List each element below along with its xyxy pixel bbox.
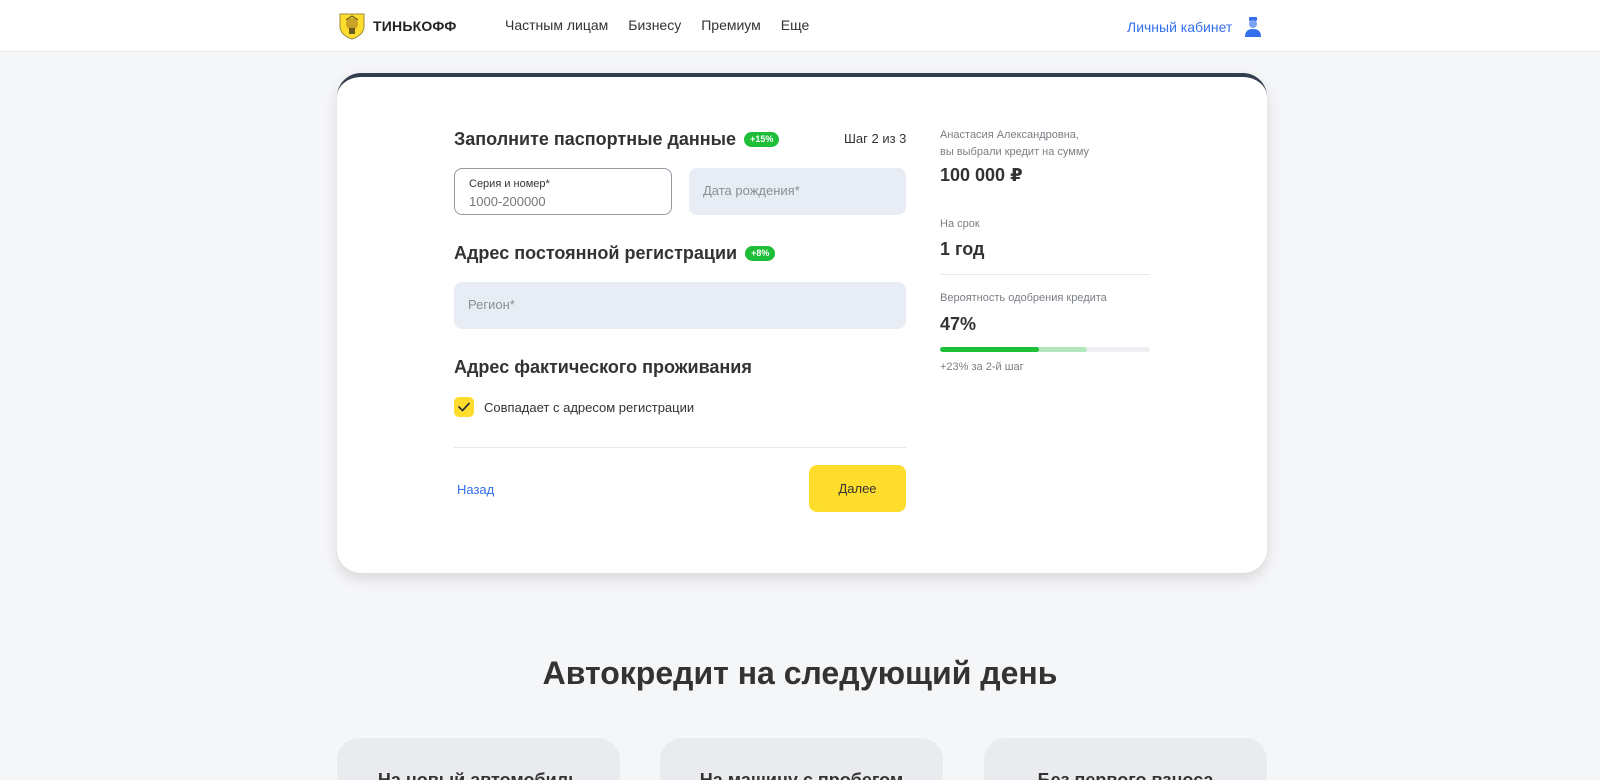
logo[interactable]: ТИНЬКОФФ <box>337 12 457 40</box>
summary-divider <box>940 274 1150 275</box>
registration-title-text: Адрес постоянной регистрации <box>454 243 738 263</box>
same-address-checkbox[interactable] <box>454 397 474 417</box>
passport-title-text: Заполните паспортные данные <box>454 129 737 149</box>
personal-account-label: Личный кабинет <box>1127 19 1233 35</box>
actual-address-title: Адрес фактического проживания <box>454 357 752 377</box>
passport-series-label: Серия и номер* <box>469 178 550 190</box>
greeting-line-1: Анастасия Александровна, <box>940 129 1079 141</box>
logo-emblem-icon <box>339 13 365 40</box>
personal-account-link[interactable]: Личный кабинет <box>1127 17 1262 37</box>
registration-section-title: Адрес постоянной регистрации +8% <box>454 243 776 264</box>
feature-card-new-car-title: На новый автомобиль <box>377 770 580 780</box>
probability-current-fill <box>940 347 1039 352</box>
feature-card-no-down-payment-title: Без первого взноса <box>1037 770 1214 780</box>
nav-item-business[interactable]: Бизнесу <box>628 17 681 33</box>
passport-series-field[interactable]: Серия и номер* 1000-200000 <box>454 168 672 215</box>
passport-bonus-badge: +15% <box>744 132 780 147</box>
probability-label: Вероятность одобрения кредита <box>940 292 1107 304</box>
feature-card-used-car[interactable]: На машину с пробегом <box>660 738 943 780</box>
form-divider <box>454 447 906 448</box>
same-address-option[interactable]: Совпадает с адресом регистрации <box>454 397 694 417</box>
feature-card-no-down-payment[interactable]: Без первого взноса <box>984 738 1267 780</box>
region-placeholder: Регион* <box>468 297 515 312</box>
birth-date-field[interactable]: Дата рождения* <box>689 168 906 215</box>
application-card: Заполните паспортные данные +15% Шаг 2 и… <box>337 73 1267 573</box>
greeting-line-2: вы выбрали кредит на сумму <box>940 146 1090 158</box>
logo-text: ТИНЬКОФФ <box>373 18 457 34</box>
passport-section-title: Заполните паспортные данные +15% <box>454 129 780 150</box>
checkmark-icon <box>458 402 470 412</box>
autocredit-heading: Автокредит на следующий день <box>542 655 1058 691</box>
user-icon <box>1245 17 1262 37</box>
registration-bonus-badge: +8% <box>745 246 776 261</box>
main-nav: Частным лицам Бизнесу Премиум Еще <box>505 17 809 33</box>
feature-card-new-car[interactable]: На новый автомобиль <box>337 738 620 780</box>
region-field[interactable]: Регион* <box>454 282 906 329</box>
back-link[interactable]: Назад <box>457 482 494 497</box>
probability-value: 47% <box>940 314 977 334</box>
birth-date-placeholder: Дата рождения* <box>703 183 800 198</box>
step-indicator: Шаг 2 из 3 <box>844 131 907 146</box>
term-value: 1 год <box>940 239 985 259</box>
top-header: ТИНЬКОФФ Частным лицам Бизнесу Премиум Е… <box>0 0 1600 52</box>
feature-card-used-car-title: На машину с пробегом <box>699 770 904 780</box>
next-button[interactable]: Далее <box>809 465 906 512</box>
probability-progress-bar <box>940 347 1150 352</box>
loan-amount: 100 000 ₽ <box>940 165 1023 185</box>
same-address-label: Совпадает с адресом регистрации <box>484 399 695 415</box>
term-label: На срок <box>940 218 980 230</box>
probability-note: +23% за 2-й шаг <box>940 361 1024 373</box>
passport-series-value: 1000-200000 <box>469 194 546 209</box>
nav-item-more[interactable]: Еще <box>781 17 810 33</box>
summary-greeting: Анастасия Александровна, вы выбрали кред… <box>940 127 1089 161</box>
nav-item-private[interactable]: Частным лицам <box>505 17 608 33</box>
nav-item-premium[interactable]: Премиум <box>701 17 761 33</box>
